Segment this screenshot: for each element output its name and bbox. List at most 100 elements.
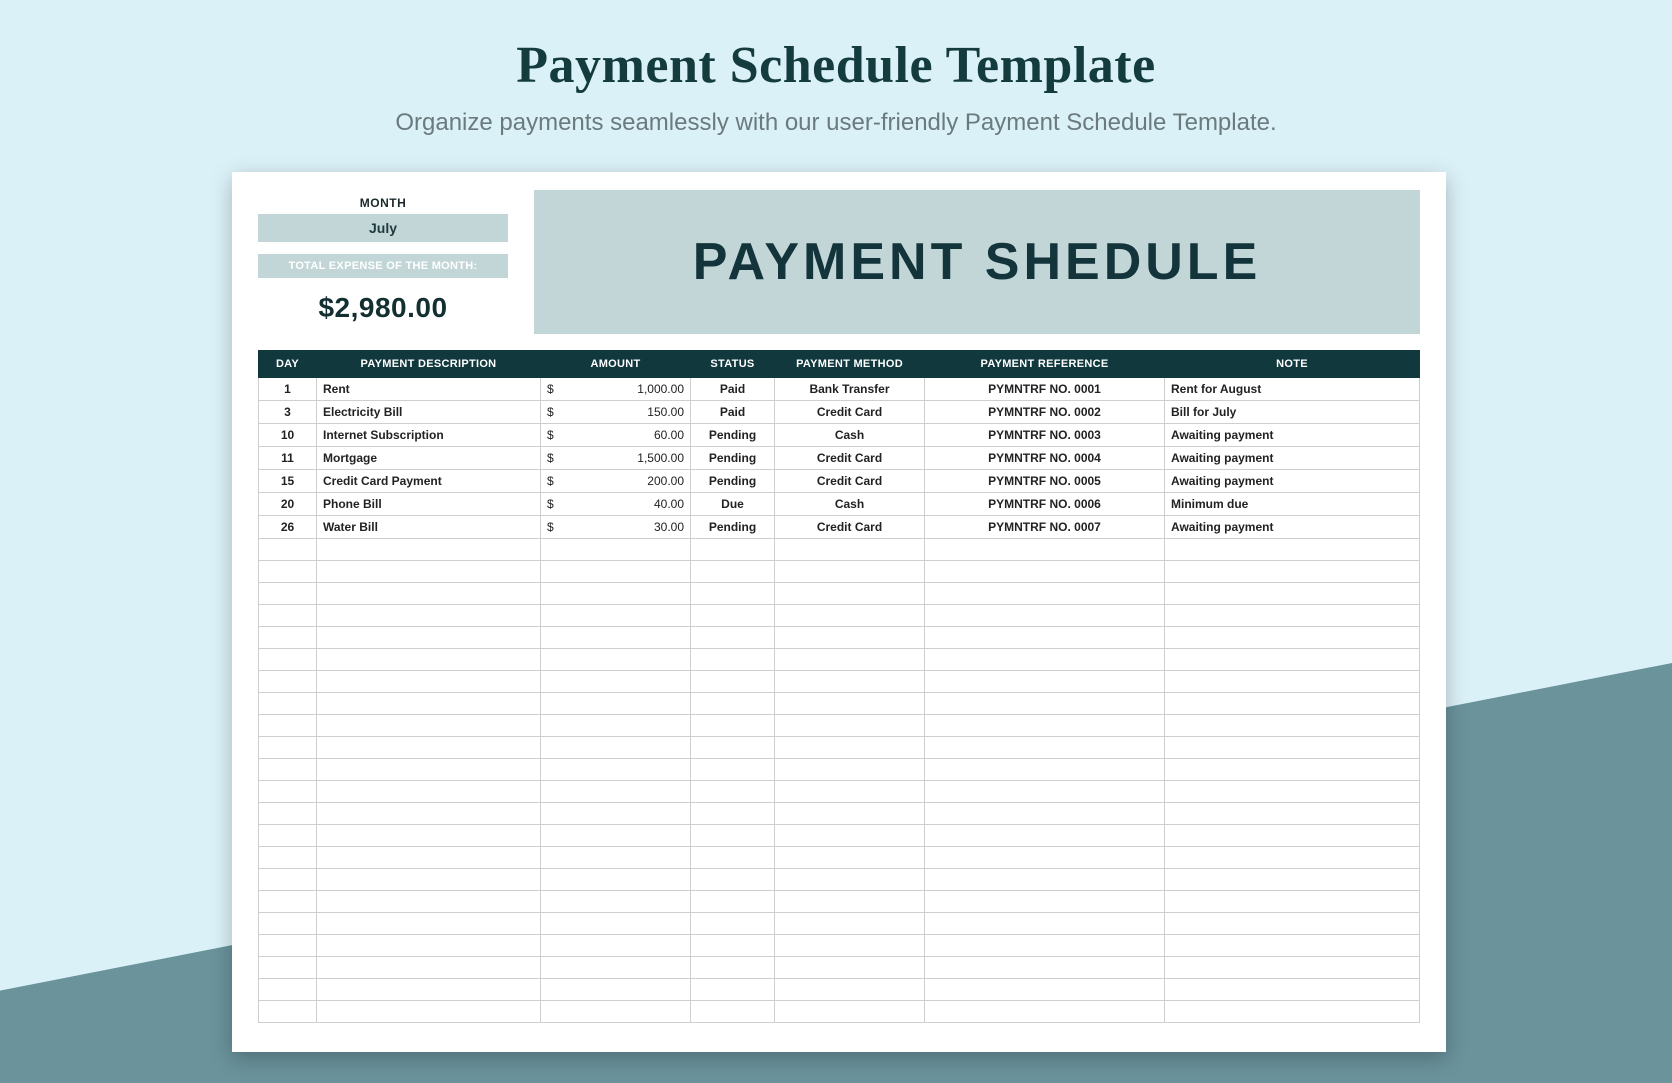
cell-description: Mortgage [317, 447, 541, 470]
cell-day: 11 [259, 447, 317, 470]
th-note: NOTE [1165, 351, 1420, 378]
cell-method: Credit Card [775, 447, 925, 470]
table-row-empty [259, 1001, 1420, 1023]
cell-note: Rent for August [1165, 378, 1420, 401]
spreadsheet-card: MONTH July TOTAL EXPENSE OF THE MONTH: $… [232, 172, 1446, 1052]
th-day: DAY [259, 351, 317, 378]
table-row-empty [259, 935, 1420, 957]
cell-method: Credit Card [775, 516, 925, 539]
table-row-empty [259, 781, 1420, 803]
table-row-empty [259, 979, 1420, 1001]
page-header: Payment Schedule Template Organize payme… [0, 0, 1672, 137]
table-row-empty [259, 913, 1420, 935]
summary-block: MONTH July TOTAL EXPENSE OF THE MONTH: $… [258, 190, 508, 334]
table-row-empty [259, 957, 1420, 979]
th-reference: PAYMENT REFERENCE [925, 351, 1165, 378]
cell-reference: PYMNTRF NO. 0007 [925, 516, 1165, 539]
table-row: 10Internet Subscription$60.00PendingCash… [259, 424, 1420, 447]
table-row-empty [259, 759, 1420, 781]
table-row: 3Electricity Bill$150.00PaidCredit CardP… [259, 401, 1420, 424]
table-header: DAY PAYMENT DESCRIPTION AMOUNT STATUS PA… [259, 351, 1420, 378]
cell-status: Paid [691, 401, 775, 424]
cell-amount: $1,500.00 [541, 447, 691, 470]
table-row: 1Rent$1,000.00PaidBank TransferPYMNTRF N… [259, 378, 1420, 401]
page-subtitle: Organize payments seamlessly with our us… [0, 109, 1672, 137]
stage: Payment Schedule Template Organize payme… [0, 0, 1672, 1083]
cell-status: Paid [691, 378, 775, 401]
table-row-empty [259, 561, 1420, 583]
table-row-empty [259, 847, 1420, 869]
table-row-empty [259, 539, 1420, 561]
table-row-empty [259, 715, 1420, 737]
cell-description: Water Bill [317, 516, 541, 539]
cell-description: Electricity Bill [317, 401, 541, 424]
table-row-empty [259, 649, 1420, 671]
cell-description: Credit Card Payment [317, 470, 541, 493]
th-description: PAYMENT DESCRIPTION [317, 351, 541, 378]
cell-description: Phone Bill [317, 493, 541, 516]
cell-status: Pending [691, 424, 775, 447]
cell-amount: $1,000.00 [541, 378, 691, 401]
th-amount: AMOUNT [541, 351, 691, 378]
cell-amount: $60.00 [541, 424, 691, 447]
table-row-empty [259, 803, 1420, 825]
cell-amount: $30.00 [541, 516, 691, 539]
cell-status: Pending [691, 447, 775, 470]
table-row-empty [259, 583, 1420, 605]
cell-status: Due [691, 493, 775, 516]
sheet-title: PAYMENT SHEDULE [693, 232, 1262, 292]
cell-note: Awaiting payment [1165, 470, 1420, 493]
cell-description: Rent [317, 378, 541, 401]
payment-table: DAY PAYMENT DESCRIPTION AMOUNT STATUS PA… [258, 350, 1420, 1023]
cell-reference: PYMNTRF NO. 0001 [925, 378, 1165, 401]
cell-note: Awaiting payment [1165, 447, 1420, 470]
cell-amount: $200.00 [541, 470, 691, 493]
cell-method: Cash [775, 493, 925, 516]
total-label: TOTAL EXPENSE OF THE MONTH: [258, 254, 508, 278]
table-row-empty [259, 737, 1420, 759]
table-row: 11Mortgage$1,500.00PendingCredit CardPYM… [259, 447, 1420, 470]
cell-method: Cash [775, 424, 925, 447]
sheet-header-band: MONTH July TOTAL EXPENSE OF THE MONTH: $… [258, 190, 1420, 334]
cell-amount: $150.00 [541, 401, 691, 424]
cell-note: Bill for July [1165, 401, 1420, 424]
cell-reference: PYMNTRF NO. 0006 [925, 493, 1165, 516]
table-body: 1Rent$1,000.00PaidBank TransferPYMNTRF N… [259, 378, 1420, 1023]
cell-day: 10 [259, 424, 317, 447]
cell-method: Credit Card [775, 401, 925, 424]
cell-day: 3 [259, 401, 317, 424]
table-row-empty [259, 671, 1420, 693]
cell-reference: PYMNTRF NO. 0002 [925, 401, 1165, 424]
cell-method: Bank Transfer [775, 378, 925, 401]
cell-status: Pending [691, 470, 775, 493]
cell-day: 15 [259, 470, 317, 493]
cell-note: Awaiting payment [1165, 424, 1420, 447]
cell-day: 1 [259, 378, 317, 401]
table-row: 20Phone Bill$40.00DueCashPYMNTRF NO. 000… [259, 493, 1420, 516]
cell-description: Internet Subscription [317, 424, 541, 447]
page-title: Payment Schedule Template [0, 36, 1672, 95]
month-value: July [258, 214, 508, 242]
table-row-empty [259, 825, 1420, 847]
table-row-empty [259, 627, 1420, 649]
cell-day: 20 [259, 493, 317, 516]
sheet-title-block: PAYMENT SHEDULE [534, 190, 1420, 334]
table-row-empty [259, 605, 1420, 627]
table-row: 26Water Bill$30.00PendingCredit CardPYMN… [259, 516, 1420, 539]
cell-day: 26 [259, 516, 317, 539]
cell-reference: PYMNTRF NO. 0003 [925, 424, 1165, 447]
total-value: $2,980.00 [258, 278, 508, 334]
cell-status: Pending [691, 516, 775, 539]
cell-note: Minimum due [1165, 493, 1420, 516]
cell-amount: $40.00 [541, 493, 691, 516]
table-row-empty [259, 693, 1420, 715]
th-status: STATUS [691, 351, 775, 378]
table-row-empty [259, 891, 1420, 913]
cell-method: Credit Card [775, 470, 925, 493]
cell-reference: PYMNTRF NO. 0004 [925, 447, 1165, 470]
table-row: 15Credit Card Payment$200.00PendingCredi… [259, 470, 1420, 493]
month-label: MONTH [258, 190, 508, 214]
table-row-empty [259, 869, 1420, 891]
cell-reference: PYMNTRF NO. 0005 [925, 470, 1165, 493]
cell-note: Awaiting payment [1165, 516, 1420, 539]
